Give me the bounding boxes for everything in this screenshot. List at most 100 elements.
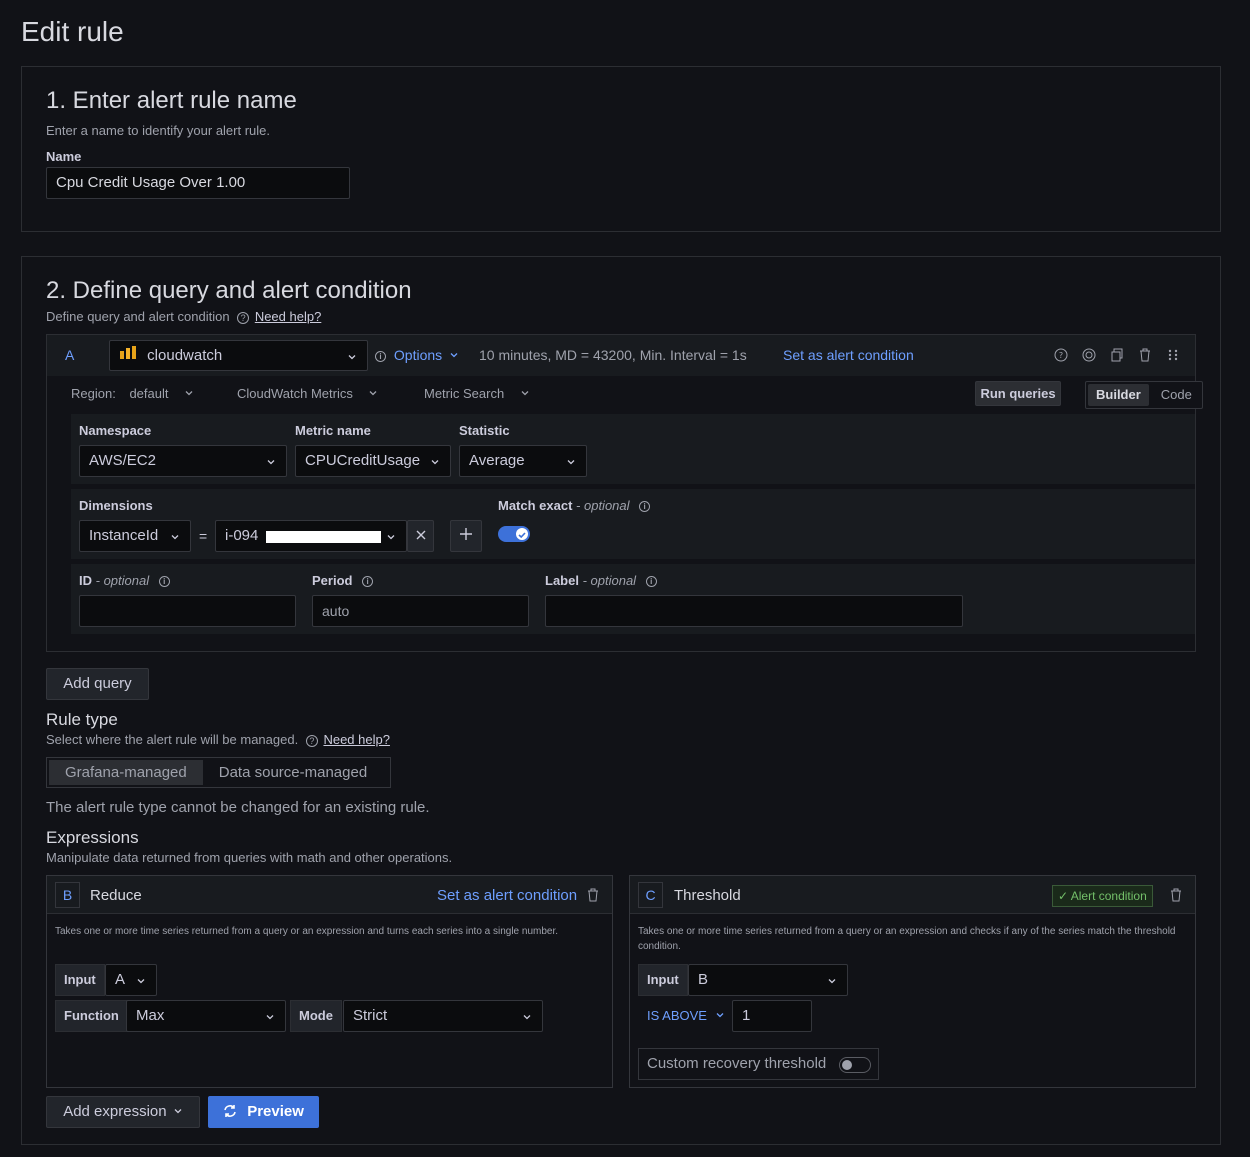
name-label: Name [46, 149, 82, 164]
copy-icon[interactable] [1110, 348, 1124, 365]
id-label: ID [79, 573, 92, 588]
datasource-picker[interactable]: cloudwatch [109, 340, 368, 371]
rule-name-input[interactable]: Cpu Credit Usage Over 1.00 [46, 167, 350, 199]
add-query-button[interactable]: Add query [46, 668, 149, 700]
reduce-input-select[interactable]: A [105, 964, 157, 996]
id-optional: - optional [95, 573, 150, 588]
help-icon[interactable]: ? [1054, 348, 1068, 365]
set-alert-condition-link[interactable]: Set as alert condition [783, 347, 914, 363]
period-input[interactable]: auto [312, 595, 529, 627]
chevron-down-icon [185, 391, 193, 396]
reduce-mode-value: Strict [353, 1007, 388, 1024]
need-help-link[interactable]: Need help? [255, 309, 322, 324]
chevron-down-icon [716, 1013, 724, 1018]
period-label-row: Period i [312, 573, 374, 588]
trash-icon[interactable] [1138, 348, 1152, 365]
metric-name-value: CPUCreditUsage [305, 452, 421, 469]
region-value: default [129, 386, 169, 401]
threshold-input-label: Input [638, 964, 688, 996]
period-label: Period [312, 573, 353, 588]
query-body: Region: default CloudWatch Metrics Metri… [47, 376, 1203, 651]
options-row: ID - optional i Period i auto Label - op… [71, 564, 1195, 634]
chevron-down-icon [266, 446, 276, 476]
query-actions: ? [1054, 348, 1180, 365]
label-input[interactable] [545, 595, 963, 627]
threshold-name: Threshold [674, 887, 741, 904]
statistic-value: Average [469, 452, 525, 469]
preview-label: Preview [247, 1103, 304, 1120]
rule-type-need-help-link[interactable]: Need help? [323, 732, 390, 747]
match-exact-toggle[interactable] [498, 526, 530, 542]
chevron-down-icon [265, 1001, 275, 1031]
threshold-value-input[interactable]: 1 [732, 1000, 812, 1032]
chevron-down-icon [170, 521, 180, 551]
run-queries-button[interactable]: Run queries [975, 381, 1061, 406]
dimension-value-select[interactable]: i-094 [215, 520, 407, 552]
grafana-managed-option[interactable]: Grafana-managed [49, 760, 203, 785]
threshold-input-select[interactable]: B [688, 964, 848, 996]
chevron-down-icon [136, 965, 146, 995]
threshold-input-value: B [698, 971, 709, 988]
code-mode-button[interactable]: Code [1151, 382, 1202, 408]
label-label: Label [545, 573, 579, 588]
drag-handle-icon[interactable] [1166, 348, 1180, 365]
trash-icon[interactable] [586, 888, 600, 905]
expressions-title: Expressions [46, 828, 139, 847]
region-select[interactable]: Region: default [71, 386, 194, 401]
chevron-down-icon [347, 341, 357, 370]
options-toggle[interactable]: i Options [375, 347, 459, 363]
statistic-select[interactable]: Average [459, 445, 587, 477]
page-title: Edit rule [21, 16, 124, 47]
info-icon: i [158, 576, 170, 588]
toggle-knob [842, 1060, 852, 1070]
eye-icon[interactable] [1082, 348, 1096, 365]
help-circle-icon: ? [237, 311, 250, 324]
reduce-mode-select[interactable]: Strict [343, 1000, 543, 1032]
label-label-row: Label - optional i [545, 573, 657, 588]
trash-icon[interactable] [1169, 888, 1183, 905]
rule-type-selector: Grafana-managed Data source-managed [46, 757, 391, 788]
datasource-name: cloudwatch [147, 347, 223, 364]
info-icon: i [645, 576, 657, 588]
threshold-operator-select[interactable]: IS ABOVE [638, 1000, 726, 1032]
section-query: 2. Define query and alert condition Defi… [21, 256, 1221, 1145]
custom-recovery-toggle-row: Custom recovery threshold [638, 1048, 879, 1080]
info-icon: i [362, 576, 374, 588]
datasource-managed-option[interactable]: Data source-managed [205, 758, 381, 787]
namespace-select[interactable]: AWS/EC2 [79, 445, 287, 477]
metrics-mode-select[interactable]: CloudWatch Metrics [237, 386, 378, 401]
metric-name-select[interactable]: CPUCreditUsage [295, 445, 451, 477]
threshold-expression-card: C Threshold ✓ Alert condition Takes one … [629, 875, 1196, 1088]
add-dimension-button[interactable] [450, 520, 482, 552]
custom-recovery-label: Custom recovery threshold [647, 1055, 827, 1072]
section2-title: 2. Define query and alert condition [46, 277, 412, 304]
id-input[interactable] [79, 595, 296, 627]
builder-mode-button[interactable]: Builder [1088, 384, 1149, 406]
rule-type-description-row: Select where the alert rule will be mana… [46, 732, 390, 747]
dimension-key-select[interactable]: InstanceId [79, 520, 191, 552]
reduce-function-select[interactable]: Max [126, 1000, 286, 1032]
metric-name-label: Metric name [295, 423, 371, 438]
chevron-down-icon [386, 521, 396, 551]
dimension-operator: = [199, 528, 208, 544]
threshold-ref-id: C [638, 882, 663, 908]
remove-dimension-button[interactable] [407, 520, 434, 552]
plus-icon [460, 528, 472, 540]
reduce-header: B Reduce Set as alert condition [47, 876, 612, 914]
dimension-key-value: InstanceId [89, 527, 159, 544]
query-ref-id[interactable]: A [65, 347, 74, 363]
add-expression-button[interactable]: Add expression [46, 1096, 200, 1128]
custom-recovery-toggle[interactable] [839, 1057, 871, 1073]
reduce-input-value: A [115, 971, 126, 988]
rule-type-description: Select where the alert rule will be mana… [46, 732, 299, 747]
id-label-row: ID - optional i [79, 573, 170, 588]
editor-mode-toggle: Builder Code [1085, 381, 1203, 409]
alert-condition-badge: ✓ Alert condition [1052, 885, 1153, 907]
region-label: Region: [71, 386, 116, 401]
preview-button[interactable]: Preview [208, 1096, 319, 1128]
section1-description: Enter a name to identify your alert rule… [46, 123, 271, 138]
dimensions-label: Dimensions [79, 498, 153, 513]
check-icon: ✓ [1058, 889, 1069, 903]
reduce-set-alert-condition-link[interactable]: Set as alert condition [437, 887, 577, 904]
search-mode-select[interactable]: Metric Search [424, 386, 530, 401]
